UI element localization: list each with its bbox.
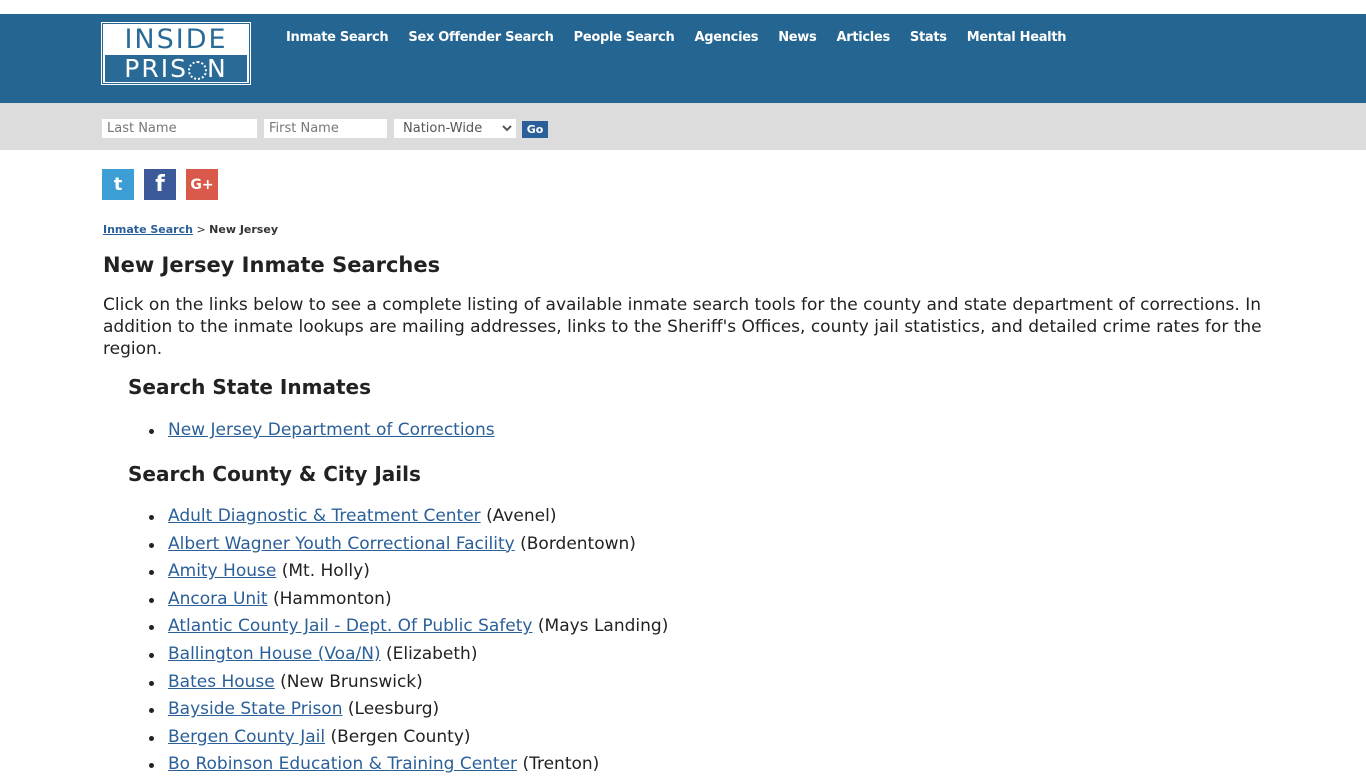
facility-place: (Leesburg) (347, 699, 440, 720)
facility-link[interactable]: Ballington House (Voa/N) (168, 644, 381, 664)
site-logo[interactable]: INSIDE PRIS N (101, 22, 251, 85)
nav-mental-health[interactable]: Mental Health (967, 30, 1067, 45)
breadcrumb-inmate-search[interactable]: Inmate Search (103, 223, 193, 236)
facility-place: (Hammonton) (272, 588, 392, 609)
facility-place: (Mt. Holly) (281, 561, 370, 582)
list-item: Albert Wagner Youth Correctional Facilit… (148, 531, 668, 559)
logo-line2: PRIS N (105, 55, 247, 82)
nav-people-search[interactable]: People Search (574, 30, 675, 45)
facility-link[interactable]: Bergen County Jail (168, 727, 325, 747)
list-item: Bergen County Jail (Bergen County) (148, 724, 668, 752)
list-item: Atlantic County Jail - Dept. Of Public S… (148, 613, 669, 641)
facility-link[interactable]: Bates House (168, 672, 275, 692)
facility-place: (Bordentown) (520, 533, 636, 554)
list-item: Ballington House (Voa/N) (Elizabeth) (148, 641, 668, 669)
social-links: t f G+ (102, 169, 228, 200)
facility-place: (Bergen County) (330, 726, 471, 747)
intro-text: Click on the links below to see a comple… (103, 295, 1262, 359)
site-header: INSIDE PRIS N Inmate Search Sex Offender … (0, 14, 1366, 103)
facility-link[interactable]: Bo Robinson Education & Training Center (168, 754, 517, 774)
page-title: New Jersey Inmate Searches (103, 253, 441, 277)
logo-ring-icon (188, 61, 207, 80)
logo-line2-b: N (207, 54, 228, 83)
state-section-heading: Search State Inmates (128, 375, 371, 399)
breadcrumb: Inmate Search > New Jersey (103, 223, 278, 236)
facility-place: (New Brunswick) (280, 671, 423, 692)
facility-link[interactable]: Ancora Unit (168, 589, 268, 609)
state-doc-link[interactable]: New Jersey Department of Corrections (168, 420, 495, 440)
nav-inmate-search[interactable]: Inmate Search (286, 30, 389, 45)
nav-stats[interactable]: Stats (910, 30, 947, 45)
list-item: Adult Diagnostic & Treatment Center (Ave… (148, 503, 668, 531)
search-bar: Nation-Wide Go (0, 103, 1366, 150)
nav-articles[interactable]: Articles (836, 30, 890, 45)
facility-link[interactable]: Adult Diagnostic & Treatment Center (168, 506, 481, 526)
facility-link[interactable]: Atlantic County Jail - Dept. Of Public S… (168, 616, 533, 636)
list-item: Bo Robinson Education & Training Center … (148, 751, 668, 779)
twitter-icon[interactable]: t (102, 169, 134, 200)
facebook-icon[interactable]: f (144, 169, 176, 200)
scope-select[interactable]: Nation-Wide (394, 119, 516, 138)
facility-link[interactable]: Amity House (168, 561, 276, 581)
top-strip (0, 0, 1366, 14)
breadcrumb-separator: > (196, 223, 206, 236)
list-item: Bayside State Prison (Leesburg) (148, 696, 668, 724)
list-item: Bates House (New Brunswick) (148, 669, 668, 697)
facility-place: (Mays Landing) (537, 616, 669, 637)
list-item: Ancora Unit (Hammonton) (148, 586, 668, 614)
facility-place: (Avenel) (486, 506, 557, 526)
nav-agencies[interactable]: Agencies (694, 30, 758, 45)
county-section-heading: Search County & City Jails (128, 462, 421, 486)
facility-link[interactable]: Albert Wagner Youth Correctional Facilit… (168, 534, 515, 554)
facility-link[interactable]: Bayside State Prison (168, 699, 342, 719)
list-item: New Jersey Department of Corrections (149, 417, 495, 445)
last-name-input[interactable] (102, 119, 257, 138)
google-plus-icon[interactable]: G+ (186, 169, 218, 200)
county-list: Adult Diagnostic & Treatment Center (Ave… (148, 503, 669, 779)
facility-place: (Trenton) (522, 754, 600, 775)
go-button[interactable]: Go (522, 121, 548, 138)
state-list: New Jersey Department of Corrections (149, 417, 495, 445)
nav-news[interactable]: News (778, 30, 817, 45)
main-nav: Inmate Search Sex Offender Search People… (286, 30, 1086, 45)
first-name-input[interactable] (264, 119, 387, 138)
nav-sex-offender-search[interactable]: Sex Offender Search (408, 30, 554, 45)
breadcrumb-current: New Jersey (209, 223, 278, 236)
facility-place: (Elizabeth) (385, 643, 478, 664)
logo-line2-a: PRIS (124, 54, 188, 83)
logo-line1: INSIDE (124, 24, 228, 55)
list-item: Amity House (Mt. Holly) (148, 558, 668, 586)
